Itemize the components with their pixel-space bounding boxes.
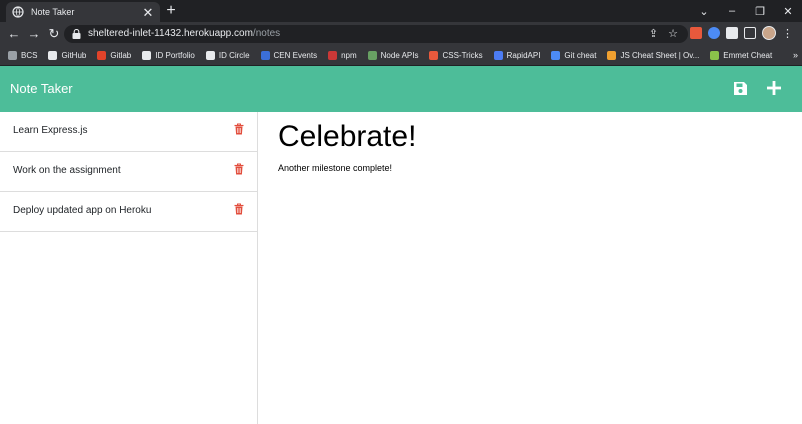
bookmarks-overflow-icon[interactable]: » <box>793 50 798 60</box>
bookmark-item[interactable]: ID Circle <box>205 51 250 60</box>
delete-note-trash-icon[interactable] <box>234 123 244 135</box>
side-panel-icon[interactable] <box>744 27 756 39</box>
delete-note-trash-icon[interactable] <box>234 203 244 215</box>
bookmark-item[interactable]: npm <box>328 51 357 60</box>
rapidapi-icon <box>493 51 503 60</box>
bookmarks-bar: BCS GitHub Gitlab ID Portfolio ID Circle CEN … <box>0 46 802 66</box>
note-list-title[interactable]: Deploy updated app on Heroku <box>13 205 151 216</box>
globe-icon <box>8 51 17 60</box>
bookmark-label: Emmet Cheat <box>723 51 773 60</box>
gitlab-icon <box>97 51 107 60</box>
note-list-item[interactable]: Learn Express.js <box>0 112 257 152</box>
note-text-area[interactable]: Another milestone complete! <box>278 163 392 173</box>
bookmark-label: ID Circle <box>218 51 250 60</box>
url-host: sheltered-inlet-11432.herokuapp.com <box>88 28 253 39</box>
window-controls: ⌄ – ❐ ✕ <box>690 0 802 22</box>
bookmark-label: BCS <box>21 51 38 60</box>
bookmark-label: CSS-Tricks <box>442 51 483 60</box>
share-icon[interactable]: ⇪ <box>649 27 658 40</box>
globe-icon <box>12 6 24 18</box>
cen-icon <box>260 51 270 60</box>
restore-icon[interactable]: ❐ <box>746 5 774 18</box>
profile-avatar[interactable] <box>762 26 776 40</box>
extension-icon[interactable] <box>690 27 702 39</box>
browser-tabstrip: Note Taker ✕ + ⌄ – ❐ ✕ <box>0 0 802 22</box>
minimize-icon[interactable]: – <box>718 5 746 17</box>
address-bar[interactable]: sheltered-inlet-11432.herokuapp.com/note… <box>64 25 688 43</box>
bookmark-item[interactable]: BCS <box>8 51 37 60</box>
bookmark-item[interactable]: Git cheat <box>551 51 596 60</box>
bookmark-label: Git cheat <box>564 51 597 60</box>
extensions-area: ⋮ <box>690 26 793 40</box>
browser-tab[interactable]: Note Taker ✕ <box>6 2 160 22</box>
github-icon <box>48 51 58 60</box>
forward-icon[interactable]: → <box>26 26 42 42</box>
app-title[interactable]: Note Taker <box>10 81 73 96</box>
bookmark-label: ID Portfolio <box>155 51 195 60</box>
bookmark-label: GitHub <box>61 51 87 60</box>
bookmark-label: npm <box>341 51 357 60</box>
bookmark-label: Node APIs <box>380 51 419 60</box>
browser-toolbar: ← → ↻ sheltered-inlet-11432.herokuapp.co… <box>0 22 802 46</box>
extension-icon[interactable] <box>708 27 720 39</box>
menu-icon[interactable]: ⋮ <box>782 27 793 40</box>
bookmark-item[interactable]: JS Cheat Sheet | Ov... <box>607 51 699 60</box>
js-icon <box>607 51 617 60</box>
bookmark-item[interactable]: Node APIs <box>367 51 419 60</box>
new-note-plus-icon[interactable] <box>766 80 782 96</box>
bookmark-item[interactable]: RapidAPI <box>493 51 541 60</box>
note-list-item[interactable]: Work on the assignment <box>0 152 257 192</box>
npm-icon <box>328 51 338 60</box>
emmet-icon <box>710 51 720 60</box>
bookmark-item[interactable]: Emmet Cheat <box>710 51 772 60</box>
tab-title: Note Taker <box>31 7 75 17</box>
note-list-title[interactable]: Learn Express.js <box>13 125 87 136</box>
bookmark-item[interactable]: CSS-Tricks <box>429 51 483 60</box>
bookmark-item[interactable]: ID Portfolio <box>142 51 195 60</box>
bookmark-label: JS Cheat Sheet | Ov... <box>620 51 700 60</box>
bookmark-item[interactable]: GitHub <box>48 51 86 60</box>
bookmark-label: CEN Events <box>273 51 318 60</box>
note-list-title[interactable]: Work on the assignment <box>13 165 121 176</box>
lock-icon[interactable] <box>72 29 81 39</box>
tab-search-icon[interactable]: ⌄ <box>690 5 718 18</box>
node-icon <box>367 51 377 60</box>
tab-close-icon[interactable]: ✕ <box>142 6 154 19</box>
note-title-input[interactable]: Celebrate! <box>278 120 416 154</box>
note-list-item[interactable]: Deploy updated app on Heroku <box>0 192 257 232</box>
app-header: Note Taker <box>0 66 802 112</box>
reload-icon[interactable]: ↻ <box>46 26 62 42</box>
close-window-icon[interactable]: ✕ <box>774 5 802 18</box>
bookmark-label: Gitlab <box>110 51 132 60</box>
url-text[interactable]: sheltered-inlet-11432.herokuapp.com/note… <box>88 28 280 39</box>
dp-icon <box>142 51 152 60</box>
dp-icon <box>205 51 215 60</box>
new-tab-button[interactable]: + <box>164 3 178 19</box>
bookmark-item[interactable]: CEN Events <box>260 51 318 60</box>
bookmark-item[interactable]: Gitlab <box>97 51 131 60</box>
bookmark-label: RapidAPI <box>506 51 541 60</box>
note-editor: Celebrate! Another milestone complete! <box>258 112 802 424</box>
bookmark-star-icon[interactable]: ☆ <box>668 27 678 40</box>
url-path: /notes <box>252 28 281 39</box>
back-icon[interactable]: ← <box>6 26 22 42</box>
css-tricks-icon <box>429 51 439 60</box>
save-icon[interactable] <box>733 81 748 96</box>
puzzle-icon[interactable] <box>726 27 738 39</box>
git-icon <box>551 51 561 60</box>
notes-list: Learn Express.js Work on the assignment De… <box>0 112 258 424</box>
delete-note-trash-icon[interactable] <box>234 163 244 175</box>
